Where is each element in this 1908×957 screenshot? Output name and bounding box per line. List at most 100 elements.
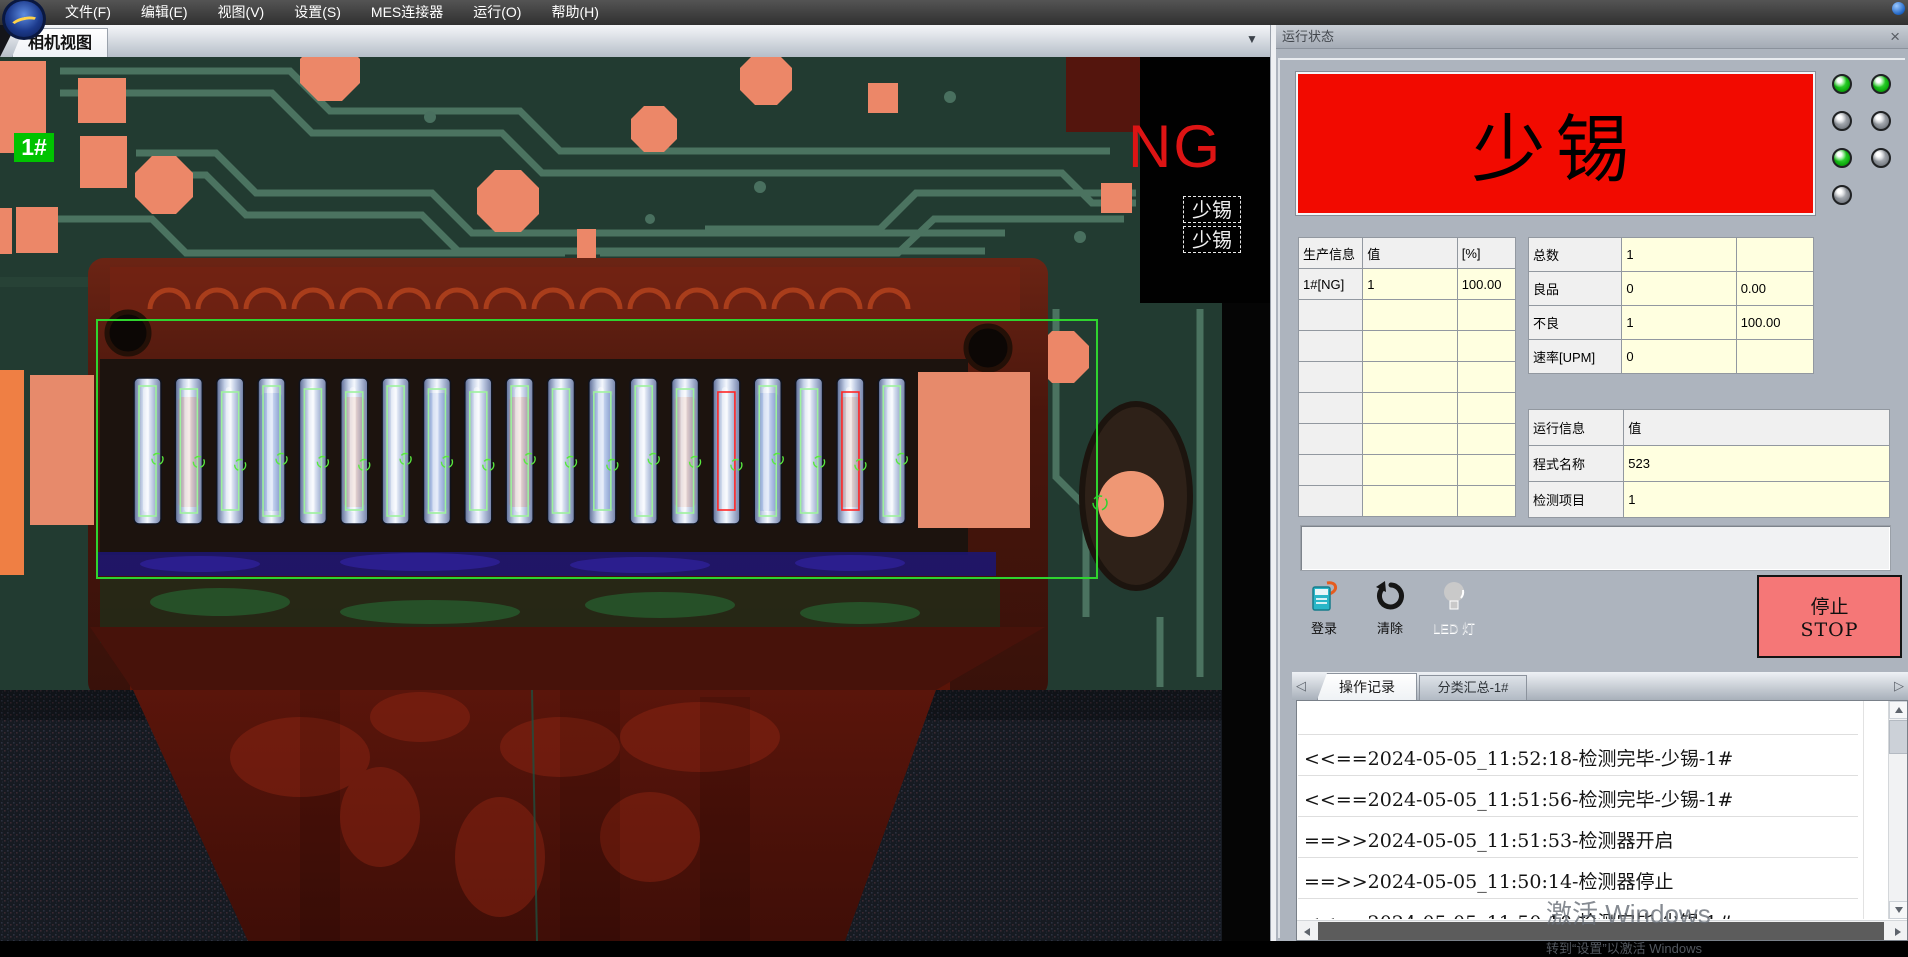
table-header-cell: 生产信息 — [1299, 238, 1363, 269]
application-window: 文件(F)编辑(E)视图(V)设置(S)MES连接器运行(O)帮助(H) 相机视… — [0, 0, 1908, 941]
log-column-divider — [1863, 701, 1864, 919]
menu-item-5[interactable]: 运行(O) — [458, 0, 536, 25]
tab-operation-log[interactable]: 操作记录 — [1317, 673, 1417, 700]
tab-scroll-left-icon[interactable]: ◁ — [1296, 678, 1306, 694]
notification-dot-icon[interactable] — [1892, 2, 1905, 15]
log-row-blank — [1298, 701, 1858, 735]
table-header-cell: 值 — [1624, 410, 1890, 446]
close-icon[interactable]: × — [1890, 25, 1900, 49]
menu-bar: 文件(F)编辑(E)视图(V)设置(S)MES连接器运行(O)帮助(H) — [0, 0, 1908, 25]
table-header-cell: 值 — [1363, 238, 1457, 269]
log-entry[interactable]: ==>>2024-05-05_11:50:14-检测器停止 — [1298, 858, 1858, 899]
value-cell: 1 — [1363, 269, 1457, 300]
value-cell — [1457, 331, 1515, 362]
status-led — [1871, 111, 1891, 131]
table-header-cell: 运行信息 — [1529, 410, 1624, 446]
value-cell: 0.00 — [1736, 272, 1813, 306]
menu-item-2[interactable]: 视图(V) — [203, 0, 280, 25]
run-info-table: 运行信息值程式名称523检测项目1 — [1528, 409, 1890, 518]
vertical-scroll-thumb[interactable] — [1889, 720, 1908, 754]
panel-title: 运行状态 — [1282, 29, 1334, 44]
table-row: 1#[NG]1100.00 — [1299, 269, 1516, 300]
value-cell: 523 — [1624, 446, 1890, 482]
table-row — [1299, 362, 1516, 393]
table-row: 速率[UPM]0 — [1529, 340, 1814, 374]
scroll-right-icon[interactable] — [1888, 921, 1908, 941]
table-header-row: 运行信息值 — [1529, 410, 1890, 446]
row-label-cell: 不良 — [1529, 306, 1622, 340]
row-label-cell — [1299, 424, 1363, 455]
value-cell — [1736, 340, 1813, 374]
row-label-cell: 程式名称 — [1529, 446, 1624, 482]
led-button-label: LED 灯 — [1426, 618, 1482, 637]
camera-viewport[interactable]: 1# NG 少锡 少锡 — [0, 57, 1270, 941]
connector-hole — [107, 312, 149, 354]
row-label-cell: 总数 — [1529, 238, 1622, 272]
value-cell — [1457, 455, 1515, 486]
scroll-up-icon[interactable] — [1889, 701, 1908, 719]
value-cell: 1 — [1624, 482, 1890, 518]
alarm-display: 少锡 — [1296, 72, 1815, 215]
scroll-down-icon[interactable] — [1889, 901, 1908, 919]
table-row: 不良1100.00 — [1529, 306, 1814, 340]
tab-class-summary[interactable]: 分类汇总-1# — [1419, 675, 1527, 700]
light-bulb-icon — [1426, 578, 1482, 616]
horizontal-scrollbar[interactable] — [1297, 920, 1908, 941]
log-entry[interactable]: ==>>2024-05-05_11:51:53-检测器开启 — [1298, 817, 1858, 858]
login-button-label: 登录 — [1296, 618, 1352, 637]
table-row: 良品00.00 — [1529, 272, 1814, 306]
menu-item-4[interactable]: MES连接器 — [356, 0, 458, 25]
clear-button[interactable]: 清除 — [1362, 578, 1418, 642]
vertical-scrollbar[interactable] — [1888, 701, 1907, 919]
log-tab-bar: ◁ 操作记录 分类汇总-1# ▷ — [1292, 672, 1908, 700]
stop-button[interactable]: 停止 STOP — [1757, 575, 1902, 658]
value-cell — [1363, 331, 1457, 362]
menu-item-6[interactable]: 帮助(H) — [536, 0, 613, 25]
value-cell — [1736, 238, 1813, 272]
menu-item-0[interactable]: 文件(F) — [50, 0, 126, 25]
value-cell: 1 — [1622, 238, 1736, 272]
value-cell: 100.00 — [1736, 306, 1813, 340]
menu-item-1[interactable]: 编辑(E) — [126, 0, 203, 25]
log-entry[interactable]: <<==2024-05-05_11:52:18-检测完毕-少锡-1# — [1298, 735, 1858, 776]
row-label-cell — [1299, 486, 1363, 517]
table-row — [1299, 393, 1516, 424]
led-light-button[interactable]: LED 灯 — [1426, 578, 1482, 642]
pcb-inspection-image — [0, 57, 1270, 941]
login-button[interactable]: 登录 — [1296, 578, 1352, 642]
table-row — [1299, 455, 1516, 486]
table-header-cell: [%] — [1457, 238, 1515, 269]
clear-button-label: 清除 — [1362, 618, 1418, 637]
value-cell — [1363, 362, 1457, 393]
chevron-down-icon[interactable]: ▼ — [1246, 32, 1264, 46]
value-cell — [1363, 455, 1457, 486]
tab-camera-view-label: 相机视图 — [28, 35, 92, 52]
menu-item-3[interactable]: 设置(S) — [279, 0, 356, 25]
table-row: 总数1 — [1529, 238, 1814, 272]
row-label-cell: 良品 — [1529, 272, 1622, 306]
value-cell — [1457, 362, 1515, 393]
value-cell — [1363, 393, 1457, 424]
row-label-cell — [1299, 393, 1363, 424]
log-entry[interactable]: <<==2024-05-05_11:51:56-检测完毕-少锡-1# — [1298, 776, 1858, 817]
value-cell — [1457, 300, 1515, 331]
status-led — [1871, 74, 1891, 94]
panel-border — [1278, 58, 1905, 60]
production-table: 生产信息值[%]1#[NG]1100.00 — [1298, 237, 1516, 517]
horizontal-scroll-thumb[interactable] — [1318, 922, 1884, 941]
stop-button-label-en: STOP — [1800, 619, 1858, 641]
scroll-left-icon[interactable] — [1297, 921, 1317, 941]
table-header-row: 生产信息值[%] — [1299, 238, 1516, 269]
id-badge-icon — [1296, 578, 1352, 616]
app-logo-icon[interactable] — [2, 0, 46, 40]
summary-table: 总数1良品00.00不良1100.00速率[UPM]0 — [1528, 237, 1814, 374]
value-cell: 100.00 — [1457, 269, 1515, 300]
log-entry[interactable]: <<==2024-05-05_11:50:10-检测完毕-少锡-1# — [1298, 899, 1858, 919]
station-badge: 1# — [14, 133, 54, 162]
panel-border — [1278, 58, 1280, 938]
tab-scroll-right-icon[interactable]: ▷ — [1894, 678, 1904, 694]
status-led — [1832, 111, 1852, 131]
status-led — [1832, 74, 1852, 94]
row-label-cell — [1299, 362, 1363, 393]
row-label-cell: 速率[UPM] — [1529, 340, 1622, 374]
